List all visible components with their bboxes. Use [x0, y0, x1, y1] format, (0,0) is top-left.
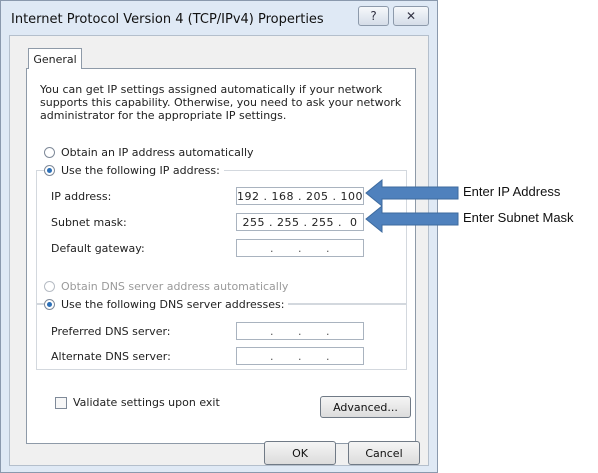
- annotation-enter-ip: Enter IP Address: [463, 184, 561, 199]
- radio-label: Use the following IP address:: [61, 164, 220, 177]
- window-title: Internet Protocol Version 4 (TCP/IPv4) P…: [11, 12, 324, 27]
- radio-label: Use the following DNS server addresses:: [61, 298, 285, 311]
- arrow-left-icon-subnet: [365, 204, 459, 234]
- alternate-dns-input[interactable]: . . .: [236, 347, 364, 365]
- close-icon: ✕: [405, 9, 417, 23]
- checkbox-label: Validate settings upon exit: [73, 396, 220, 409]
- preferred-dns-input[interactable]: . . .: [236, 322, 364, 340]
- checkbox-indicator: [55, 396, 67, 409]
- validate-settings-checkbox[interactable]: Validate settings upon exit: [55, 396, 220, 409]
- ok-button[interactable]: OK: [264, 441, 336, 465]
- subnet-mask-label: Subnet mask:: [51, 216, 127, 229]
- radio-label: Obtain an IP address automatically: [61, 146, 254, 159]
- annotation-enter-subnet: Enter Subnet Mask: [463, 210, 574, 225]
- default-gateway-input[interactable]: . . .: [236, 239, 364, 257]
- intro-text: You can get IP settings assigned automat…: [40, 83, 402, 122]
- tab-general[interactable]: General: [28, 48, 82, 69]
- ip-address-label: IP address:: [51, 190, 112, 203]
- tcpip-properties-dialog: Internet Protocol Version 4 (TCP/IPv4) P…: [0, 0, 438, 473]
- help-button[interactable]: ?: [358, 6, 389, 26]
- radio-use-following-dns[interactable]: Use the following DNS server addresses:: [44, 298, 289, 311]
- radio-indicator: [44, 165, 55, 176]
- default-gateway-label: Default gateway:: [51, 242, 145, 255]
- radio-use-following-ip[interactable]: Use the following IP address:: [44, 164, 224, 177]
- annotation-arrow-shape: [365, 204, 459, 234]
- radio-indicator: [44, 299, 55, 310]
- radio-obtain-ip-auto[interactable]: Obtain an IP address automatically: [44, 146, 254, 159]
- dialog-client-area: General You can get IP settings assigned…: [9, 35, 429, 466]
- title-bar[interactable]: Internet Protocol Version 4 (TCP/IPv4) P…: [1, 1, 437, 35]
- annotation-arrow-shape: [365, 178, 459, 208]
- help-icon: ?: [370, 9, 377, 23]
- radio-indicator: [44, 147, 55, 158]
- general-tab-panel: You can get IP settings assigned automat…: [26, 68, 416, 444]
- subnet-mask-input[interactable]: 255 . 255 . 255 . 0: [236, 213, 364, 231]
- radio-label: Obtain DNS server address automatically: [61, 280, 289, 293]
- advanced-button[interactable]: Advanced...: [320, 396, 411, 418]
- radio-obtain-dns-auto[interactable]: Obtain DNS server address automatically: [44, 280, 289, 293]
- preferred-dns-label: Preferred DNS server:: [51, 325, 171, 338]
- cancel-button[interactable]: Cancel: [348, 441, 420, 465]
- ip-address-input[interactable]: 192 . 168 . 205 . 100: [236, 187, 364, 205]
- alternate-dns-label: Alternate DNS server:: [51, 350, 171, 363]
- radio-indicator: [44, 281, 55, 292]
- close-button[interactable]: ✕: [393, 6, 429, 26]
